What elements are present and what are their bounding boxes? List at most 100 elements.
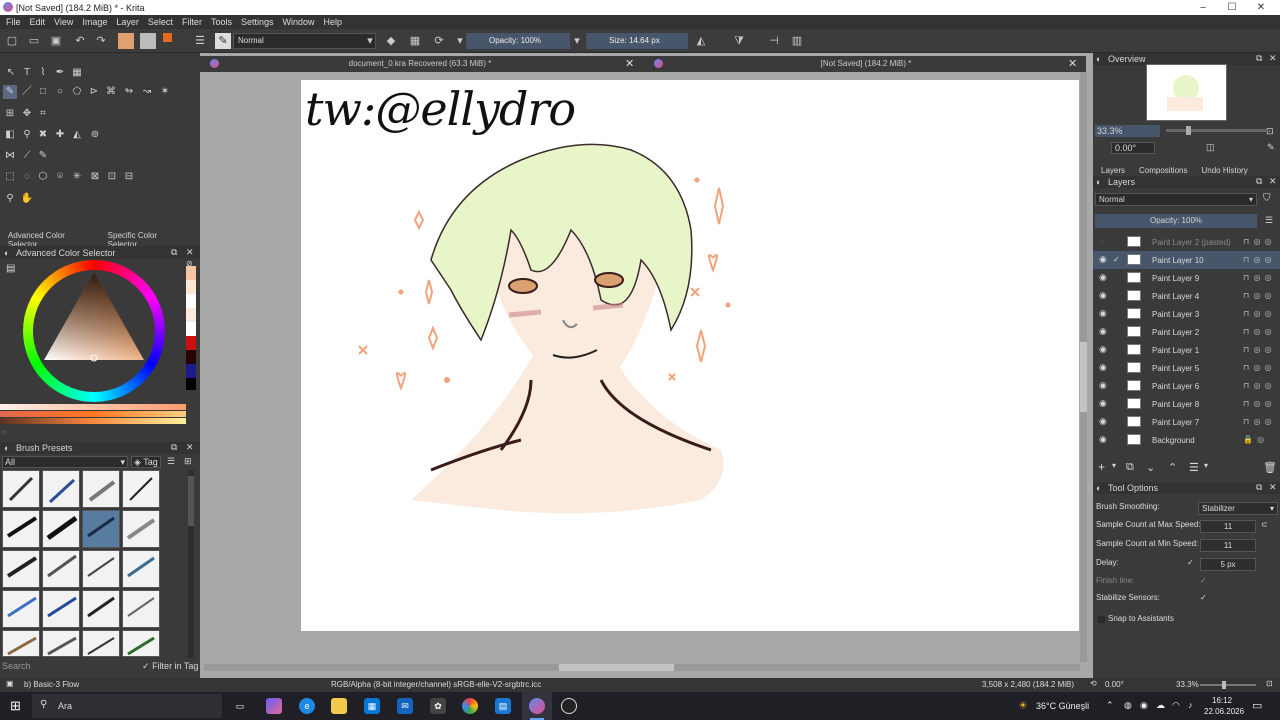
layer-lock-alpha-icons[interactable]: ⊓ ◎ ◎ [1243, 327, 1273, 336]
tab-compositions[interactable]: Compositions [1139, 166, 1187, 175]
layer-lock-alpha-icons[interactable]: ⊓ ◎ ◎ [1243, 363, 1273, 372]
visibility-eye-icon[interactable]: ◌ [1099, 236, 1104, 246]
rectangle-tool-icon[interactable]: □ [36, 85, 50, 99]
edit-shapes-tool-icon[interactable]: ⌇ [36, 66, 50, 80]
visibility-eye-icon[interactable]: ◉ [1099, 272, 1107, 283]
edge-icon[interactable]: e [299, 698, 315, 714]
filter-in-tag-checkbox[interactable]: ✓ Filter in Tag [142, 661, 198, 672]
max-speed-spinbox[interactable]: 11 [1200, 520, 1256, 533]
smart-patch-tool-icon[interactable]: ✚ [53, 128, 67, 142]
calculator-icon[interactable]: ▤ [495, 698, 511, 714]
measure-tool-icon[interactable]: ⟋ [20, 149, 34, 163]
brush-scrollbar[interactable] [188, 470, 194, 658]
colorize-mask-tool-icon[interactable]: ✖ [36, 128, 50, 142]
brush-preset-icon[interactable]: ✎ [215, 33, 231, 49]
visibility-eye-icon[interactable]: ◉ [1099, 308, 1107, 319]
saturation-value-triangle[interactable] [40, 272, 148, 364]
color-history-strip[interactable] [186, 266, 196, 396]
min-speed-spinbox[interactable]: 11 [1200, 539, 1256, 552]
brush-search-input[interactable]: Search [0, 660, 138, 672]
layer-lock-alpha-icons[interactable]: ⊓ ◎ ◎ [1243, 309, 1273, 318]
layer-properties-icon[interactable]: ☰ [1189, 461, 1199, 474]
start-button-icon[interactable]: ⊞ [10, 698, 21, 714]
visibility-eye-icon[interactable]: ◉ [1099, 416, 1107, 427]
menu-help[interactable]: Help [324, 17, 343, 27]
undo-icon[interactable]: ↶ [72, 33, 88, 49]
menu-view[interactable]: View [54, 17, 73, 27]
edit-brush-settings-icon[interactable]: ☰ [192, 33, 208, 49]
eraser-mode-icon[interactable]: ◆ [383, 33, 399, 49]
text-tool-icon[interactable]: T [20, 66, 34, 80]
close-panel-icon[interactable]: ✕ [1269, 482, 1277, 493]
layer-row[interactable]: ◉ Paint Layer 3 ⊓ ◎ ◎ [1093, 305, 1280, 323]
polygon-tool-icon[interactable]: ⬠ [70, 85, 84, 99]
visibility-eye-icon[interactable]: ◉ [1099, 380, 1107, 391]
finish-line-checkbox[interactable]: ✓ [1200, 576, 1207, 585]
mirror-horizontal-icon[interactable]: ◭ [693, 33, 709, 49]
menu-filter[interactable]: Filter [182, 17, 202, 27]
visibility-eye-icon[interactable]: ◉ [1099, 254, 1107, 265]
bezier-select-tool-icon[interactable]: ⊡ [105, 170, 119, 184]
layer-row[interactable]: ◉ Paint Layer 4 ⊓ ◎ ◎ [1093, 287, 1280, 305]
pattern-swatch-icon[interactable] [140, 33, 156, 49]
layer-blend-select[interactable]: Normal ▾ [1095, 193, 1257, 206]
fit-view-icon[interactable]: ⊡ [1266, 126, 1274, 137]
preserve-alpha-icon[interactable]: ▦ [407, 33, 423, 49]
move-layer-down-icon[interactable]: ⌄ [1146, 461, 1155, 474]
shade-strip-1[interactable] [0, 404, 186, 410]
maximize-button[interactable]: ☐ [1221, 0, 1243, 15]
mirror-view-icon[interactable]: ◫ [1206, 142, 1215, 153]
bezier-tool-icon[interactable]: ⌘ [104, 85, 118, 99]
brush-smoothing-select[interactable]: Stabilizer ▾ [1198, 502, 1278, 515]
layer-row[interactable]: ◉ Paint Layer 5 ⊓ ◎ ◎ [1093, 359, 1280, 377]
fg-bg-color-icon[interactable] [163, 33, 179, 49]
freehand-brush-tool-icon[interactable]: ✎ [3, 85, 17, 99]
close-panel-icon[interactable]: ✕ [1269, 53, 1277, 64]
layer-row[interactable]: ◉ Paint Layer 9 ⊓ ◎ ◎ [1093, 269, 1280, 287]
ellipse-tool-icon[interactable]: ○ [53, 85, 67, 99]
enclose-fill-tool-icon[interactable]: ⊚ [88, 128, 102, 142]
tab-not-saved[interactable]: [Not Saved] (184.2 MiB) * [666, 56, 1066, 72]
save-icon[interactable]: ▣ [48, 33, 64, 49]
mirror-vertical-icon[interactable]: ⧩ [731, 33, 747, 49]
open-document-icon[interactable]: ▭ [26, 33, 42, 49]
layer-row[interactable]: ◉ Paint Layer 7 ⊓ ◎ ◎ [1093, 413, 1280, 431]
obs-icon[interactable] [561, 698, 577, 714]
multibrush-tool-icon[interactable]: ✶ [158, 85, 172, 99]
layer-lock-alpha-icons[interactable]: 🔒 ◎ [1243, 435, 1265, 444]
close-tab-icon[interactable]: ✕ [1068, 57, 1077, 70]
select-shape-tool-icon[interactable]: ↖ [4, 66, 18, 80]
visibility-eye-icon[interactable]: ◉ [1099, 434, 1107, 445]
menu-layer[interactable]: Layer [116, 17, 139, 27]
layer-lock-alpha-icons[interactable]: ⊓ ◎ ◎ [1243, 237, 1273, 246]
pin-icon[interactable]: ✎ [1267, 142, 1275, 153]
zoom-tool-icon[interactable]: ⚲ [3, 192, 17, 206]
reload-preset-icon[interactable]: ⟳ [431, 33, 447, 49]
menu-tools[interactable]: Tools [211, 17, 232, 27]
app-icon[interactable]: ✿ [430, 698, 446, 714]
brush-filter-select[interactable]: All ▾ [2, 456, 128, 468]
rect-select-tool-icon[interactable]: ⬚ [3, 170, 17, 184]
move-tool-icon[interactable]: ✥ [20, 107, 34, 121]
menu-image[interactable]: Image [82, 17, 107, 27]
stabilize-sensors-checkbox[interactable]: ✓ [1200, 593, 1207, 602]
tab-document-0[interactable]: document_0.kra Recovered (63.3 MiB) * [220, 56, 620, 72]
taskbar-search-input[interactable]: ⚲ Ara [32, 694, 222, 718]
snap-checkbox[interactable] [1098, 616, 1105, 623]
polygon-select-tool-icon[interactable]: ⬡ [36, 170, 50, 184]
vertical-canvas-scrollbar[interactable] [1080, 72, 1087, 662]
visibility-eye-icon[interactable]: ◉ [1099, 290, 1107, 301]
overview-zoom-slider[interactable]: 33.3% [1095, 125, 1160, 137]
wifi-icon[interactable]: ◠ [1172, 700, 1180, 711]
contiguous-select-tool-icon[interactable]: ✳ [70, 170, 84, 184]
gradient-tool-icon[interactable]: ◧ [3, 128, 17, 142]
file-explorer-icon[interactable] [331, 698, 347, 714]
color-picker-tool-icon[interactable]: ⚲ [20, 128, 34, 142]
layer-row[interactable]: ◉ Paint Layer 6 ⊓ ◎ ◎ [1093, 377, 1280, 395]
close-tab-icon[interactable]: ✕ [625, 57, 634, 70]
layer-row[interactable]: ◉ Paint Layer 8 ⊓ ◎ ◎ [1093, 395, 1280, 413]
status-zoom-slider[interactable] [1200, 681, 1256, 689]
freehand-path-tool-icon[interactable]: ↬ [122, 85, 136, 99]
close-panel-icon[interactable]: ✕ [186, 247, 194, 258]
fill-tool-icon[interactable]: ◭ [70, 128, 84, 142]
